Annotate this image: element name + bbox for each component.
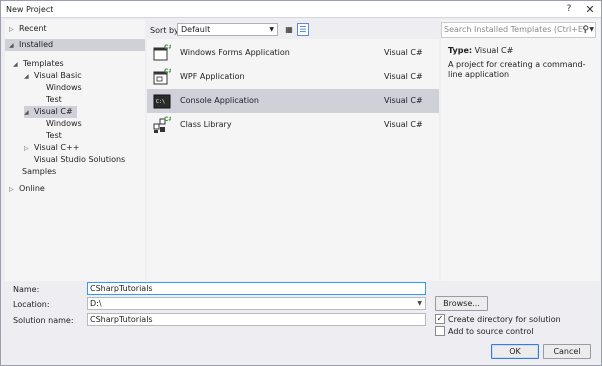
class-library-icon: C#: [153, 116, 171, 133]
tree-item-online[interactable]: ▷ Online: [9, 183, 45, 195]
solution-name-label: Solution name:: [13, 316, 74, 325]
cancel-button[interactable]: Cancel: [543, 344, 591, 359]
list-view-icon: ☰: [299, 25, 307, 34]
category-tree: ▷ Recent ◢ Installed ◢ Templates ◢ Visual Ba…: [5, 20, 145, 281]
tree-item-vb-test[interactable]: Test: [46, 94, 62, 106]
title-bar: New Project ? ✕: [1, 1, 601, 18]
sort-dropdown[interactable]: Default ▼: [177, 23, 278, 36]
template-name: Console Application: [180, 96, 259, 105]
template-name: Windows Forms Application: [180, 48, 290, 57]
create-directory-checkbox[interactable]: ✓: [435, 314, 445, 324]
template-language: Visual C#: [384, 72, 423, 81]
chevron-down-icon: ▼: [269, 26, 274, 33]
tree-item-installed[interactable]: ◢ Installed: [5, 39, 145, 51]
template-row-wpf[interactable]: C# WPF Application Visual C#: [147, 65, 439, 89]
svg-text:C#: C#: [164, 68, 171, 75]
svg-text:C#: C#: [164, 44, 171, 51]
chevron-down-icon: ▼: [589, 26, 594, 33]
solution-name-field[interactable]: CSharpTutorials: [87, 313, 426, 326]
new-project-dialog: New Project ? ✕ ▷ Recent ◢ Installed ◢ Temp…: [0, 0, 602, 366]
template-description: A project for creating a command-line ap…: [448, 60, 586, 79]
tree-item-vs-solutions[interactable]: Visual Studio Solutions: [34, 154, 125, 166]
help-button[interactable]: ?: [562, 3, 576, 16]
close-button[interactable]: ✕: [583, 3, 597, 16]
tree-item-visual-csharp[interactable]: ◢ Visual C#: [24, 106, 77, 118]
name-label: Name:: [13, 285, 40, 294]
details-panel: Search Installed Templates (Ctrl+E) ⚲ ▼ …: [441, 20, 600, 281]
collapse-arrow-icon: ◢: [24, 109, 29, 116]
template-type: Type: Visual C#: [448, 46, 514, 55]
tree-item-vb-windows[interactable]: Windows: [46, 82, 82, 94]
grid-view-button[interactable]: ▦: [283, 23, 295, 36]
tree-item-samples[interactable]: Samples: [22, 166, 56, 178]
expand-arrow-icon: ▷: [24, 145, 29, 152]
wpf-icon: C#: [153, 68, 171, 85]
location-label: Location:: [13, 300, 50, 309]
tree-item-cs-test[interactable]: Test: [46, 130, 62, 142]
create-directory-label: Create directory for solution: [448, 315, 561, 324]
template-language: Visual C#: [384, 96, 423, 105]
console-icon: C:\: [153, 94, 171, 109]
template-language: Visual C#: [384, 48, 423, 57]
source-control-label: Add to source control: [448, 327, 534, 336]
expand-arrow-icon: ▷: [9, 186, 14, 193]
location-field[interactable]: D:\ ▼: [87, 297, 426, 310]
template-row-windows-forms[interactable]: C# Windows Forms Application Visual C#: [147, 41, 439, 65]
tree-item-recent[interactable]: ▷ Recent: [9, 23, 47, 35]
svg-text:C:\: C:\: [156, 99, 165, 105]
windows-forms-icon: C#: [153, 44, 171, 61]
template-row-class-library[interactable]: C# Class Library Visual C#: [147, 113, 439, 137]
search-input[interactable]: Search Installed Templates (Ctrl+E) ⚲ ▼: [441, 22, 596, 38]
template-row-console[interactable]: C:\ Console Application Visual C#: [147, 89, 439, 113]
sort-bar: Sort by: Default ▼ ▦ ☰: [147, 20, 439, 39]
collapse-arrow-icon: ◢: [24, 73, 29, 80]
template-list-panel: Sort by: Default ▼ ▦ ☰ C# Windows Forms …: [147, 20, 439, 281]
project-name-field[interactable]: CSharpTutorials: [87, 282, 426, 295]
grid-view-icon: ▦: [285, 25, 293, 34]
tree-item-visual-cpp[interactable]: ▷ Visual C++: [24, 142, 79, 154]
collapse-arrow-icon: ◢: [13, 61, 18, 68]
search-icon: ⚲: [582, 25, 589, 35]
list-view-button[interactable]: ☰: [297, 23, 309, 36]
template-name: Class Library: [180, 120, 232, 129]
template-language: Visual C#: [384, 120, 423, 129]
source-control-checkbox[interactable]: [435, 326, 445, 336]
tree-item-visual-basic[interactable]: ◢ Visual Basic: [24, 70, 82, 82]
collapse-arrow-icon: ◢: [9, 42, 14, 49]
browse-button[interactable]: Browse...: [435, 296, 488, 311]
tree-item-cs-windows[interactable]: Windows: [46, 118, 82, 130]
template-name: WPF Application: [180, 72, 245, 81]
chevron-down-icon: ▼: [417, 300, 422, 307]
tree-item-templates[interactable]: ◢ Templates: [13, 58, 64, 70]
expand-arrow-icon: ▷: [9, 26, 14, 33]
window-title: New Project: [6, 5, 54, 14]
svg-text:C#: C#: [164, 116, 171, 123]
ok-button[interactable]: OK: [491, 344, 539, 359]
